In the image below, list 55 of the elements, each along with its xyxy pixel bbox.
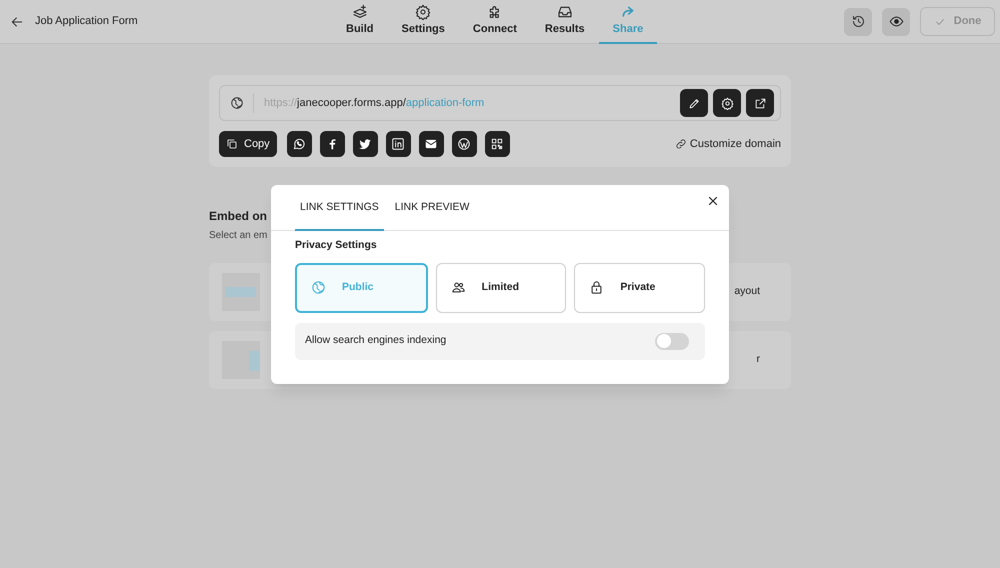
indexing-toggle[interactable] [655, 332, 689, 350]
globe-icon [311, 280, 326, 296]
wordpress-icon [457, 137, 472, 151]
whatsapp-icon [292, 137, 306, 151]
indexing-label: Allow search engines indexing [305, 333, 446, 348]
form-title: Job Application Form [35, 14, 138, 30]
link-field[interactable]: https://janecooper.forms.app/application-form [219, 85, 781, 121]
twitter-icon [358, 137, 372, 151]
history-button[interactable] [844, 8, 872, 36]
copy-icon [226, 138, 238, 150]
whatsapp-share-button[interactable] [286, 131, 312, 157]
copy-button[interactable]: Copy [219, 131, 277, 157]
people-icon [450, 280, 466, 296]
nav-tab[interactable]: Build [332, 0, 388, 44]
dialog-tab[interactable]: LINK SETTINGS [295, 185, 384, 231]
dialog-tab[interactable]: LINK PREVIEW [390, 185, 474, 231]
edit-button[interactable] [680, 89, 708, 117]
external-link-icon [754, 96, 766, 110]
embed-option-label: ayout [734, 284, 760, 300]
privacy-option[interactable]: Limited [436, 262, 566, 313]
wordpress-share-button[interactable] [452, 131, 477, 157]
link-icon [674, 138, 687, 150]
link-url: https://janecooper.forms.app/application-form [264, 96, 484, 111]
twitter-share-button[interactable] [352, 131, 378, 157]
globe-icon [230, 96, 244, 110]
layers-plus-icon [352, 4, 368, 20]
open-link-button[interactable] [746, 89, 774, 117]
qr-share-button[interactable] [484, 131, 510, 157]
nav-tab[interactable]: Settings [388, 0, 459, 44]
embed-subtitle: Select an em [209, 229, 268, 243]
nav-tab[interactable]: Results [530, 0, 599, 44]
customize-domain-link[interactable]: Customize domain [674, 136, 781, 152]
embed-option-label: r [756, 352, 760, 368]
pencil-icon [688, 96, 700, 110]
email-icon [424, 137, 438, 151]
nav-tab[interactable]: Connect [458, 0, 531, 44]
settings-icon [415, 4, 432, 20]
qr-code-icon [490, 137, 504, 151]
layout-thumbnail-icon [222, 341, 260, 379]
linkedin-share-button[interactable] [386, 131, 411, 157]
section-title: Privacy Settings [295, 238, 378, 253]
eye-icon [888, 14, 904, 29]
linkedin-icon [391, 137, 406, 151]
close-icon [706, 194, 720, 208]
embed-title: Embed on [209, 208, 268, 225]
settings-icon [720, 96, 734, 110]
facebook-share-button[interactable] [320, 131, 345, 157]
history-icon [850, 14, 866, 29]
lock-icon [589, 280, 604, 296]
close-button[interactable] [706, 194, 720, 208]
privacy-option[interactable]: Private [574, 262, 706, 313]
layout-thumbnail-icon [222, 273, 260, 311]
preview-button[interactable] [882, 8, 910, 36]
link-settings-button[interactable] [713, 89, 741, 117]
email-share-button[interactable] [418, 131, 444, 157]
